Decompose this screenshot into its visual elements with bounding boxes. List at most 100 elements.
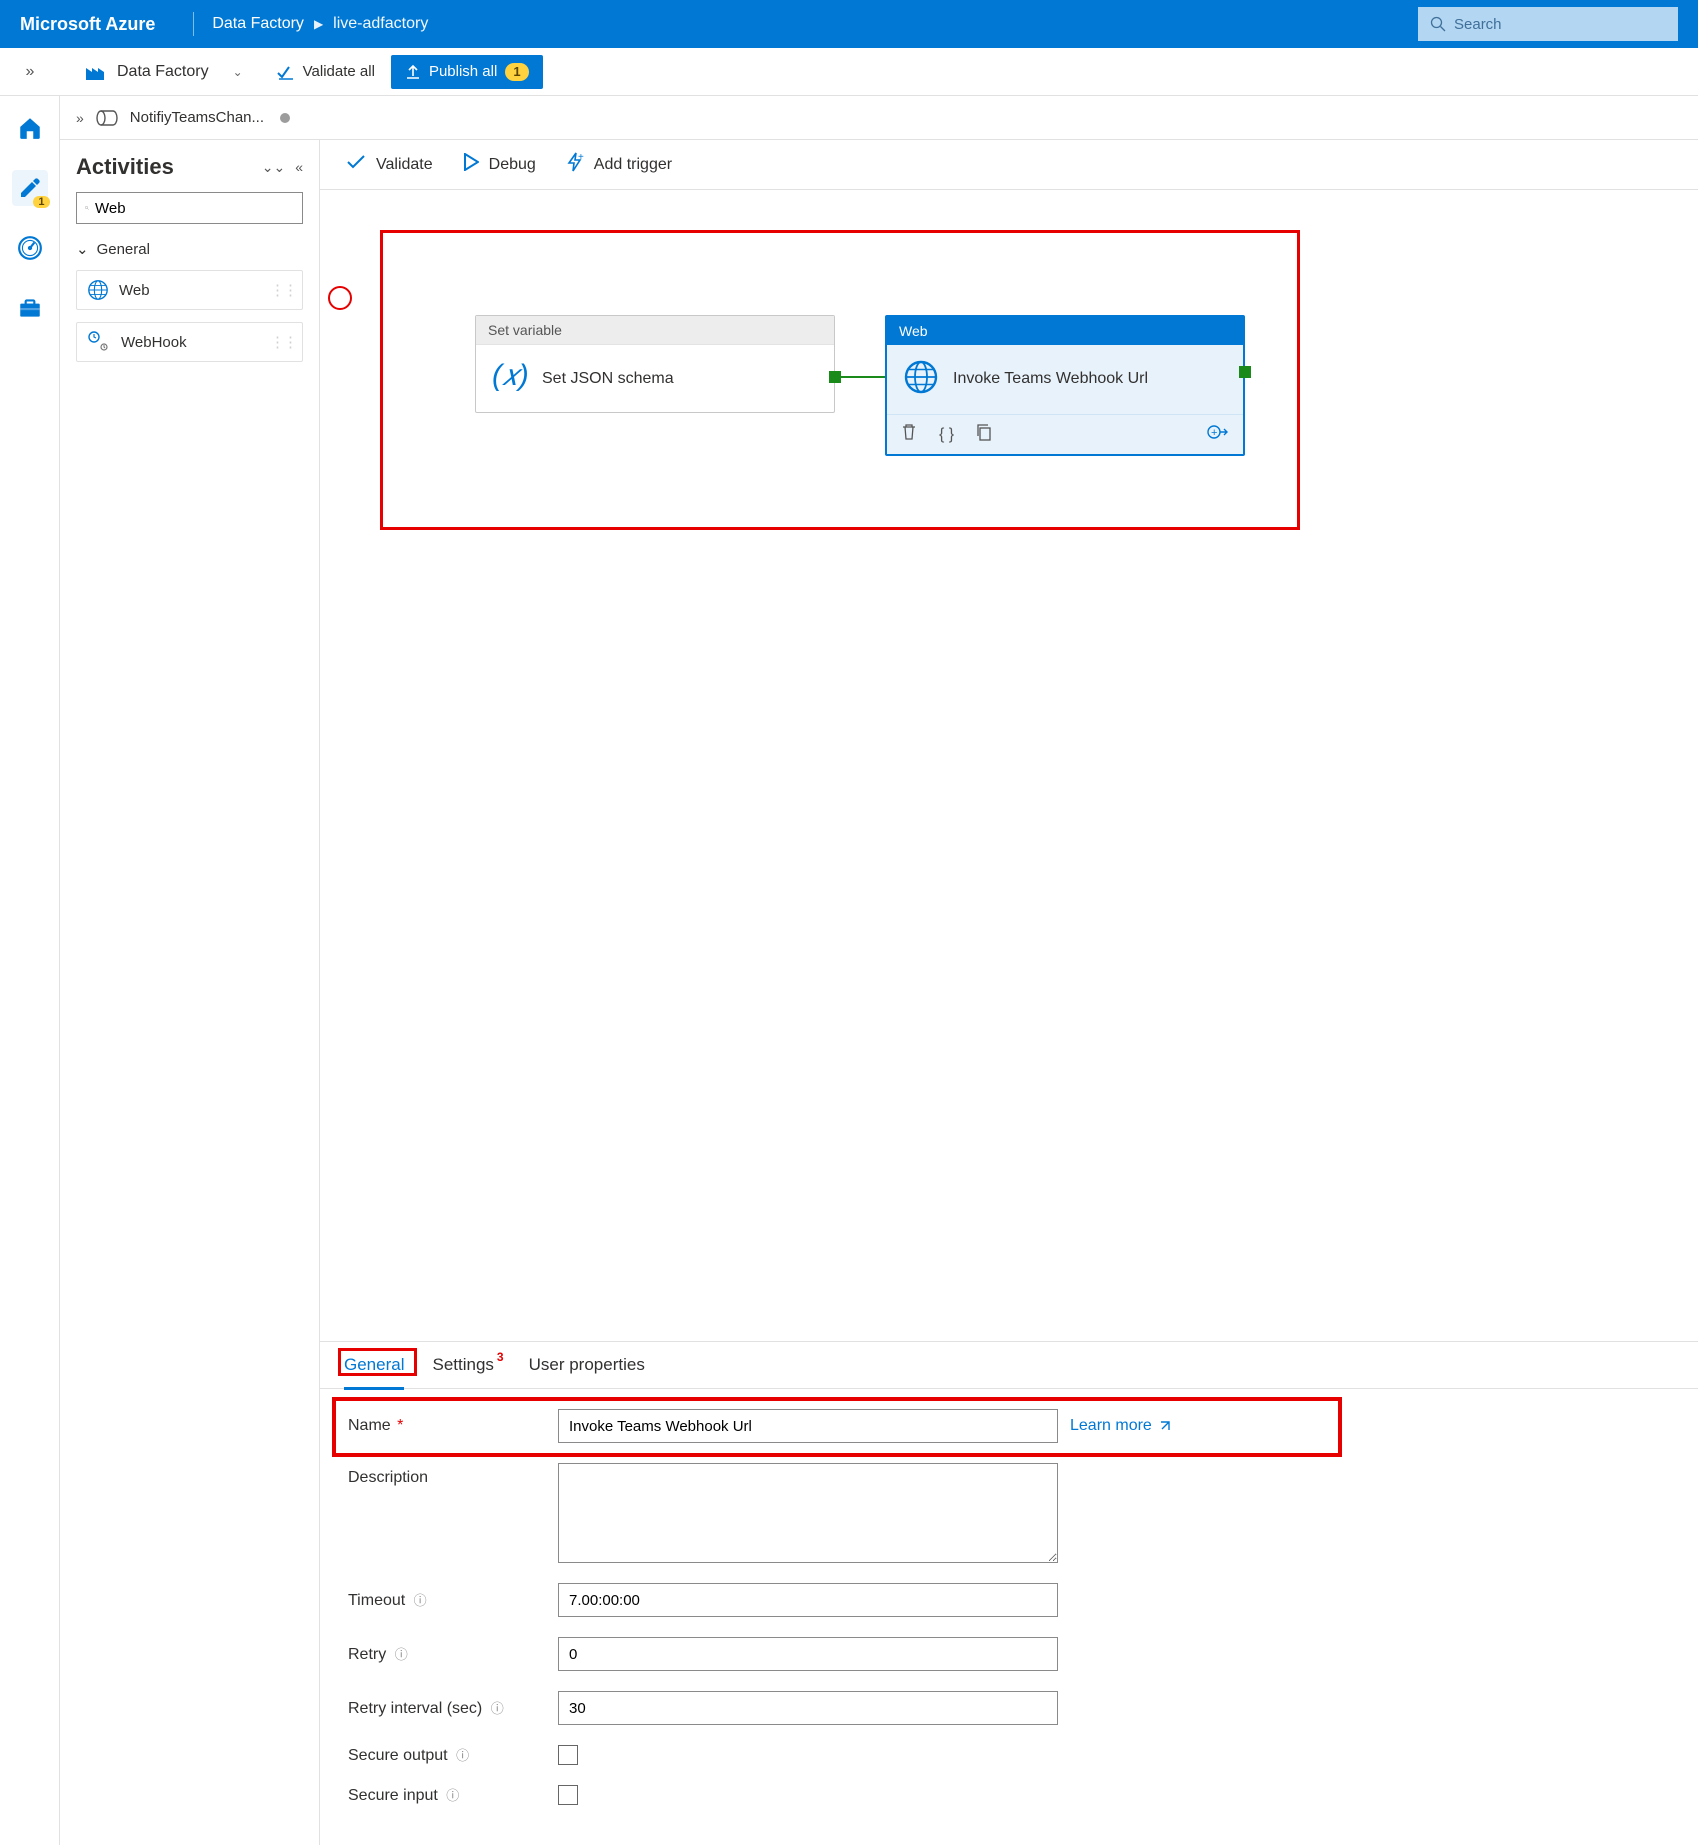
factory-icon — [85, 62, 107, 82]
timeout-label: Timeout — [348, 1592, 405, 1609]
annotation-circle — [328, 286, 352, 310]
drag-grip-icon: ⋮⋮ — [270, 281, 296, 299]
info-icon[interactable]: ⓘ — [395, 1647, 408, 1662]
global-search[interactable]: Search — [1418, 7, 1678, 41]
node-web-activity[interactable]: Web Invoke Teams Webhook Url { } + — [885, 315, 1245, 456]
retry-input[interactable] — [558, 1637, 1058, 1671]
required-indicator: * — [397, 1417, 403, 1434]
activities-search[interactable] — [76, 192, 303, 224]
validate-button[interactable]: Validate — [346, 154, 433, 175]
left-icon-rail: 1 — [0, 96, 60, 1845]
activity-item-web[interactable]: Web ⋮⋮ — [76, 270, 303, 310]
activity-item-webhook[interactable]: WebHook ⋮⋮ — [76, 322, 303, 362]
svg-text:+: + — [1211, 427, 1217, 439]
publish-badge: 1 — [505, 63, 528, 81]
description-input[interactable] — [558, 1463, 1058, 1563]
rail-manage[interactable] — [12, 290, 48, 326]
df-label: Data Factory — [117, 63, 209, 81]
tab-settings[interactable]: Settings3 — [432, 1349, 500, 1381]
rail-monitor[interactable] — [12, 230, 48, 266]
node-set-variable[interactable]: Set variable (𝑥) Set JSON schema — [475, 315, 835, 413]
brand[interactable]: Microsoft Azure — [20, 14, 155, 35]
retry-interval-label: Retry interval (sec) — [348, 1700, 482, 1717]
svg-text:(𝑥): (𝑥) — [492, 359, 528, 392]
expand-rail-icon[interactable]: » — [0, 63, 60, 81]
secure-input-label: Secure input — [348, 1787, 438, 1804]
learn-more-label: Learn more — [1070, 1417, 1152, 1435]
delete-icon[interactable] — [901, 423, 917, 446]
node-type-label: Set variable — [476, 316, 834, 345]
validate-all-button[interactable]: Validate all — [277, 63, 375, 80]
expand-all-icon[interactable]: ⌄⌄ — [262, 159, 285, 176]
retry-interval-input[interactable] — [558, 1691, 1058, 1725]
debug-label: Debug — [489, 156, 536, 174]
activities-title: Activities — [76, 154, 174, 180]
debug-button[interactable]: Debug — [463, 153, 536, 176]
description-label: Description — [348, 1469, 428, 1486]
activity-item-label: Web — [119, 282, 150, 299]
trigger-icon: + — [566, 152, 584, 177]
command-bar: » Data Factory ⌄ Validate all Publish al… — [0, 48, 1698, 96]
name-label: Name — [348, 1417, 391, 1434]
activities-search-input[interactable] — [95, 200, 294, 217]
drag-grip-icon: ⋮⋮ — [270, 333, 296, 351]
upload-icon — [405, 64, 421, 80]
pipeline-tab[interactable]: NotifiyTeamsChan... — [96, 109, 290, 127]
timeout-input[interactable] — [558, 1583, 1058, 1617]
activity-group-general[interactable]: ⌄ General — [76, 240, 303, 258]
editor-tabstrip: » NotifiyTeamsChan... — [60, 96, 1698, 140]
external-link-icon — [1158, 1419, 1172, 1433]
property-form: Name * Learn more Description Timeout ⓘ — [320, 1389, 1698, 1845]
activity-item-label: WebHook — [121, 334, 187, 351]
azure-topbar: Microsoft Azure Data Factory ▶ live-adfa… — [0, 0, 1698, 48]
breadcrumb-root[interactable]: Data Factory — [212, 15, 304, 33]
search-icon — [1430, 16, 1446, 32]
tab-general[interactable]: General — [344, 1349, 404, 1381]
name-input[interactable] — [558, 1409, 1058, 1443]
tabstrip-chevron-icon[interactable]: » — [76, 110, 84, 126]
property-tabs: General General Settings3 User propertie… — [320, 1341, 1698, 1389]
add-trigger-button[interactable]: + Add trigger — [566, 152, 672, 177]
validate-label: Validate — [376, 156, 433, 174]
chevron-down-icon: ⌄ — [76, 240, 89, 258]
pipeline-canvas[interactable]: Set variable (𝑥) Set JSON schema ➤ Web — [320, 190, 1698, 1341]
data-factory-dropdown[interactable]: Data Factory ⌄ — [85, 62, 243, 82]
canvas-toolbar: Validate Debug + Add trigger — [320, 140, 1698, 190]
activities-panel: Activities ⌄⌄ « ⌄ General — [60, 140, 320, 1845]
play-icon — [463, 153, 479, 176]
tab-user-properties[interactable]: User properties — [529, 1349, 645, 1381]
tab-label: General — [344, 1355, 404, 1374]
secure-output-checkbox[interactable] — [558, 1745, 578, 1765]
publish-all-label: Publish all — [429, 63, 497, 80]
chevron-down-icon: ⌄ — [233, 65, 243, 79]
secure-input-checkbox[interactable] — [558, 1785, 578, 1805]
check-icon — [346, 154, 366, 175]
svg-text:+: + — [578, 152, 584, 163]
retry-label: Retry — [348, 1646, 386, 1663]
breadcrumb-leaf[interactable]: live-adfactory — [333, 15, 428, 33]
rail-author[interactable]: 1 — [12, 170, 48, 206]
group-label: General — [97, 241, 150, 258]
add-trigger-label: Add trigger — [594, 156, 672, 174]
pipeline-icon — [96, 109, 120, 127]
info-icon[interactable]: ⓘ — [446, 1788, 459, 1803]
gauge-icon — [17, 235, 43, 261]
add-output-icon[interactable]: + — [1207, 423, 1229, 446]
copy-icon[interactable] — [976, 423, 992, 446]
secure-output-label: Secure output — [348, 1747, 448, 1764]
variable-icon: (𝑥) — [492, 359, 528, 398]
collapse-panel-icon[interactable]: « — [295, 159, 303, 176]
info-icon[interactable]: ⓘ — [491, 1701, 504, 1716]
learn-more-link[interactable]: Learn more — [1070, 1417, 1172, 1435]
connector-out[interactable] — [1239, 366, 1251, 378]
braces-icon[interactable]: { } — [939, 426, 954, 444]
info-icon[interactable]: ⓘ — [414, 1593, 427, 1608]
publish-all-button[interactable]: Publish all 1 — [391, 55, 543, 89]
rail-home[interactable] — [12, 110, 48, 146]
tab-label: Settings — [432, 1355, 493, 1374]
webhook-icon — [87, 331, 111, 353]
tab-label: User properties — [529, 1355, 645, 1374]
divider — [193, 12, 194, 36]
info-icon[interactable]: ⓘ — [456, 1748, 469, 1763]
search-placeholder: Search — [1454, 16, 1502, 33]
